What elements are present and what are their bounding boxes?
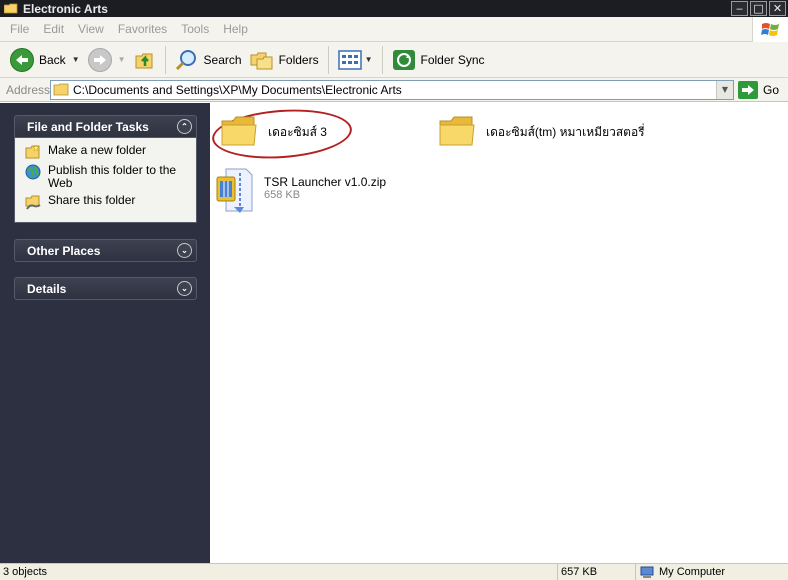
file-name: เดอะซิมส์(tm) หมาเหมียวสตอรี่: [486, 125, 645, 139]
menu-edit[interactable]: Edit: [36, 22, 71, 36]
back-button[interactable]: Back ▼: [6, 45, 84, 75]
task-label: Publish this folder to the Web: [48, 163, 177, 190]
file-folder-tasks-body: Make a new folder Publish this folder to…: [14, 138, 197, 223]
back-label: Back: [39, 52, 66, 67]
status-location-label: My Computer: [659, 566, 726, 578]
toolbar-separator: [327, 45, 329, 74]
views-dropdown-icon[interactable]: ▼: [365, 55, 373, 64]
go-arrow-icon: [738, 80, 758, 99]
task-publish-folder-web[interactable]: Publish this folder to the Web: [25, 164, 190, 190]
folder-icon: [53, 83, 69, 96]
search-button[interactable]: Search: [171, 45, 246, 75]
other-places-title: Other Places: [27, 243, 101, 258]
address-bar: Address C:\Documents and Settings\XP\My …: [0, 78, 788, 102]
globe-icon: [25, 164, 41, 180]
search-icon: [175, 49, 196, 70]
sync-icon: [392, 49, 415, 70]
file-folder-tasks-title: File and Folder Tasks: [27, 119, 149, 134]
task-share-folder[interactable]: Share this folder: [25, 194, 190, 210]
file-name: TSR Launcher v1.0.zip: [264, 175, 387, 189]
folders-button[interactable]: Folders: [246, 45, 323, 75]
status-bar: 3 objects 657 KB My Computer: [0, 563, 788, 580]
expand-chevron-icon[interactable]: ⌄: [177, 243, 192, 258]
task-make-new-folder[interactable]: Make a new folder: [25, 144, 190, 160]
maximize-button[interactable]: □: [750, 1, 767, 16]
back-arrow-icon: [10, 47, 34, 72]
back-dropdown-icon[interactable]: ▼: [72, 55, 80, 64]
file-folder-tasks-panel: File and Folder Tasks ⌃ Make a new folde…: [14, 115, 197, 223]
forward-dropdown-icon[interactable]: ▼: [118, 55, 126, 64]
up-folder-button[interactable]: [130, 45, 160, 75]
toolbar: Back ▼ ▼ Search Folders ▼ Folder Sync: [0, 42, 788, 78]
menu-file[interactable]: File: [3, 22, 36, 36]
folder-icon: [439, 116, 475, 146]
views-button[interactable]: ▼: [334, 45, 377, 75]
status-location: My Computer: [636, 564, 788, 580]
forward-button[interactable]: ▼: [84, 45, 130, 75]
folder-icon: [4, 3, 18, 14]
menu-bar: File Edit View Favorites Tools Help: [0, 17, 788, 42]
task-label: Make a new folder: [48, 143, 147, 157]
other-places-panel: Other Places ⌄: [14, 239, 197, 262]
folders-label: Folders: [278, 52, 319, 67]
status-size: 657 KB: [558, 563, 636, 580]
file-item-folder[interactable]: เดอะซิมส์(tm) หมาเหมียวสตอรี่: [438, 113, 645, 149]
details-title: Details: [27, 281, 67, 296]
title-bar: Electronic Arts ‒ □ ✕: [0, 0, 788, 17]
folder-icon: [221, 116, 257, 146]
file-list-area[interactable]: เดอะซิมส์ 3 เดอะซิมส์(tm) หมาเหมียวสตอรี…: [210, 103, 788, 563]
menu-favorites[interactable]: Favorites: [111, 22, 174, 36]
go-label: Go: [763, 82, 780, 97]
minimize-button[interactable]: ‒: [731, 1, 748, 16]
file-item-zip[interactable]: TSR Launcher v1.0.zip 658 KB: [216, 167, 386, 213]
new-folder-icon: [25, 144, 40, 159]
file-size: 658 KB: [264, 189, 301, 201]
folder-sync-button[interactable]: Folder Sync: [388, 45, 489, 75]
search-label: Search: [203, 52, 242, 67]
windows-logo-icon: [752, 17, 788, 42]
other-places-header[interactable]: Other Places ⌄: [14, 239, 197, 262]
details-header[interactable]: Details ⌄: [14, 277, 197, 300]
collapse-chevron-icon[interactable]: ⌃: [177, 119, 192, 134]
task-label: Share this folder: [48, 193, 136, 207]
address-label: Address: [6, 82, 51, 97]
status-object-count: 3 objects: [0, 563, 558, 580]
share-folder-icon: [25, 195, 41, 210]
menu-view[interactable]: View: [71, 22, 111, 36]
toolbar-separator: [381, 45, 383, 74]
menu-tools[interactable]: Tools: [174, 22, 216, 36]
address-dropdown-icon[interactable]: ▼: [716, 80, 733, 99]
zip-file-icon: [216, 168, 253, 213]
menu-help[interactable]: Help: [216, 22, 255, 36]
task-pane: File and Folder Tasks ⌃ Make a new folde…: [0, 103, 210, 563]
file-name: เดอะซิมส์ 3: [268, 125, 327, 139]
folder-sync-label: Folder Sync: [420, 52, 485, 67]
file-item-folder[interactable]: เดอะซิมส์ 3: [220, 113, 327, 149]
address-value: C:\Documents and Settings\XP\My Document…: [73, 82, 402, 97]
computer-icon: [640, 566, 654, 578]
folders-icon: [250, 52, 273, 69]
close-button[interactable]: ✕: [769, 1, 786, 16]
details-panel: Details ⌄: [14, 277, 197, 300]
go-button[interactable]: Go: [738, 80, 780, 99]
window-title: Electronic Arts: [23, 1, 108, 16]
file-folder-tasks-header[interactable]: File and Folder Tasks ⌃: [14, 115, 197, 138]
expand-chevron-icon[interactable]: ⌄: [177, 281, 192, 296]
toolbar-separator: [164, 45, 166, 74]
up-folder-icon: [135, 53, 153, 68]
address-field[interactable]: C:\Documents and Settings\XP\My Document…: [50, 79, 734, 100]
views-icon: [337, 49, 362, 70]
forward-arrow-icon: [87, 47, 112, 72]
